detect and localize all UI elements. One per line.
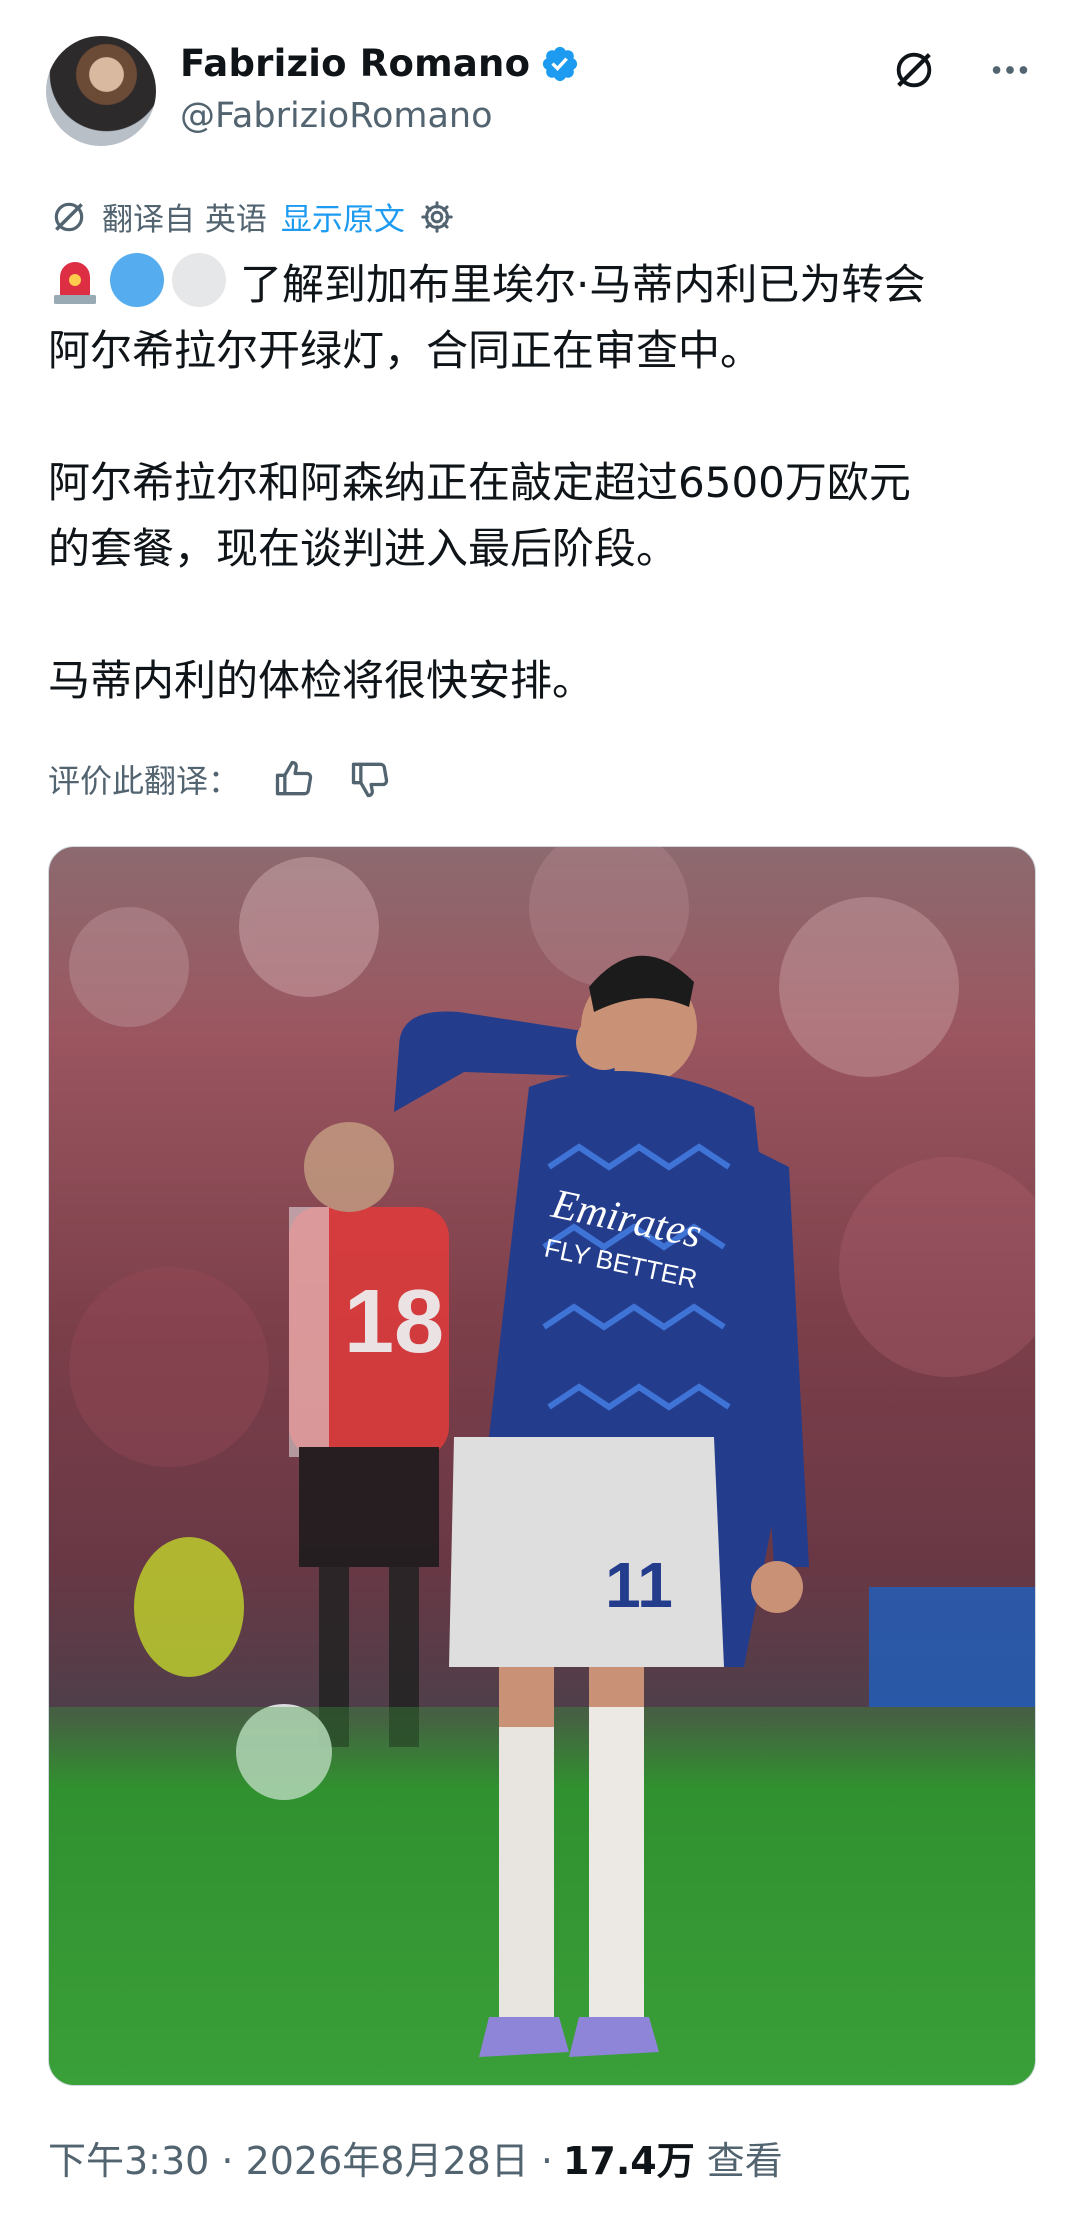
thumbs-up-icon[interactable]: [272, 757, 316, 801]
views-label: 查看: [706, 2139, 783, 2183]
thumbs-down-icon[interactable]: [348, 757, 392, 801]
tweet-emojis: [48, 253, 226, 307]
tweet-line-1: 了解到加布里埃尔·马蒂内利已为转会: [240, 260, 926, 309]
tweet-line-2: 阿尔希拉尔开绿灯，合同正在审查中。: [48, 326, 763, 375]
author-name[interactable]: Fabrizio Romano: [180, 42, 530, 85]
header-actions: [888, 44, 1036, 96]
tweet-paragraph-2: 阿尔希拉尔和阿森纳正在敲定超过6500万欧元 的套餐，现在谈判进入最后阶段。: [48, 458, 911, 573]
rate-translation-label: 评价此翻译：: [48, 762, 241, 800]
siren-emoji: [54, 262, 96, 304]
verified-badge-icon: [543, 46, 578, 81]
views-count: 17.4万: [562, 2139, 695, 2183]
football-player-illustration: 18 Emirates FLY BETTER 11: [49, 847, 1035, 2085]
gear-icon[interactable]: [419, 199, 455, 235]
shorts-number: 11: [605, 1549, 673, 1621]
tweet-paragraph-3: 马蒂内利的体检将很快安排。: [48, 656, 595, 705]
grok-translate-icon: [54, 202, 84, 231]
author-name-row: Fabrizio Romano: [180, 42, 580, 85]
post-timestamp[interactable]: 下午3:30 · 2026年8月28日 ·: [48, 2130, 553, 2185]
tweet-header: Fabrizio Romano @FabrizioRomano: [46, 34, 1036, 154]
tweet-body: 了解到加布里埃尔·马蒂内利已为转会 阿尔希拉尔开绿灯，合同正在审查中。 阿尔希拉…: [48, 252, 1028, 714]
white-circle-emoji: [172, 253, 226, 307]
show-original-link[interactable]: 显示原文: [281, 194, 405, 239]
background-player-number: 18: [344, 1272, 444, 1372]
rate-translation: 评价此翻译：: [48, 756, 392, 802]
author-handle[interactable]: @FabrizioRomano: [180, 96, 493, 136]
translated-from-label: 翻译自 英语: [102, 202, 267, 238]
blue-circle-emoji: [110, 253, 164, 307]
more-dots-icon[interactable]: [984, 44, 1036, 96]
translation-bar: 翻译自 英语 显示原文: [50, 194, 455, 239]
tweet-photo[interactable]: 18 Emirates FLY BETTER 11: [48, 846, 1036, 2086]
grok-icon[interactable]: [888, 44, 940, 96]
tweet-meta: 下午3:30 · 2026年8月28日 · 17.4万 查看: [48, 2130, 783, 2185]
avatar[interactable]: [46, 36, 156, 146]
